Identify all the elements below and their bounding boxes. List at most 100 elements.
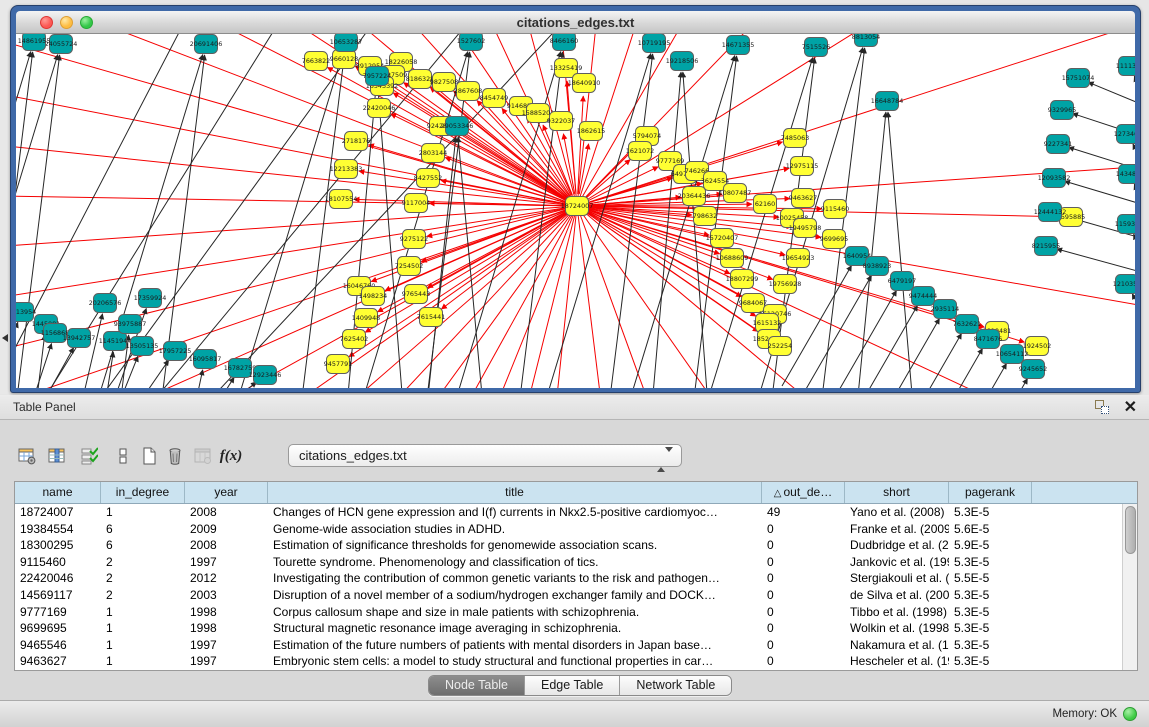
- tab-network-table[interactable]: Network Table: [620, 676, 731, 695]
- column-chooser-icon[interactable]: [44, 442, 70, 470]
- table-cell[interactable]: 1: [101, 604, 185, 621]
- table-scrollbar[interactable]: [1122, 504, 1137, 670]
- table-cell[interactable]: 49: [762, 504, 845, 521]
- table-cell[interactable]: 5.9E-5: [949, 537, 1032, 554]
- table-cell[interactable]: 1998: [185, 604, 268, 621]
- tab-node-table[interactable]: Node Table: [429, 676, 525, 695]
- column-header-out_de[interactable]: △out_de…: [762, 482, 845, 503]
- table-cell[interactable]: 5.3E-5: [949, 504, 1032, 521]
- table-cell[interactable]: de Silva et al. (2003): [845, 587, 949, 604]
- close-panel-icon[interactable]: ✕: [1124, 397, 1137, 417]
- table-cell[interactable]: 6: [101, 537, 185, 554]
- table-cell[interactable]: 0: [762, 570, 845, 587]
- table-cell[interactable]: 2: [101, 554, 185, 571]
- table-cell[interactable]: Investigating the contribution of common…: [268, 570, 762, 587]
- table-cell[interactable]: 2003: [185, 587, 268, 604]
- table-cell[interactable]: Changes of HCN gene expression and I(f) …: [268, 504, 762, 521]
- table-cell[interactable]: 1997: [185, 554, 268, 571]
- column-header-short[interactable]: short: [845, 482, 949, 503]
- table-cell[interactable]: Structural magnetic resonance image aver…: [268, 620, 762, 637]
- table-row[interactable]: 1830029562008Estimation of significance …: [15, 537, 1122, 554]
- table-select-dropdown[interactable]: citations_edges.txt: [288, 444, 682, 467]
- table-cell[interactable]: 0: [762, 521, 845, 538]
- table-cell[interactable]: 5.3E-5: [949, 653, 1032, 670]
- table-cell[interactable]: 0: [762, 604, 845, 621]
- table-cell[interactable]: Hescheler et al. (1997): [845, 653, 949, 670]
- column-header-year[interactable]: year: [185, 482, 268, 503]
- table-cell[interactable]: Jankovic et al. (1997): [845, 554, 949, 571]
- table-cell[interactable]: Franke et al. (2009): [845, 521, 949, 538]
- table-cell[interactable]: Tourette syndrome. Phenomenology and cla…: [268, 554, 762, 571]
- table-cell[interactable]: 1: [101, 504, 185, 521]
- table-cell[interactable]: 14569117: [15, 587, 101, 604]
- tab-edge-table[interactable]: Edge Table: [525, 676, 620, 695]
- column-header-name[interactable]: name: [15, 482, 101, 503]
- table-cell[interactable]: Estimation of significance thresholds fo…: [268, 537, 762, 554]
- table-cell[interactable]: Yano et al. (2008): [845, 504, 949, 521]
- table-cell[interactable]: 5.3E-5: [949, 637, 1032, 654]
- network-canvas[interactable]: 1872400796601288912954182260589827509818…: [16, 34, 1135, 388]
- table-cell[interactable]: 5.3E-5: [949, 554, 1032, 571]
- table-cell[interactable]: 2008: [185, 504, 268, 521]
- table-cell[interactable]: 5.5E-5: [949, 570, 1032, 587]
- table-cell[interactable]: 2008: [185, 537, 268, 554]
- table-cell[interactable]: 2012: [185, 570, 268, 587]
- import-table-icon[interactable]: [190, 442, 216, 470]
- function-builder-icon[interactable]: f(x): [218, 442, 244, 470]
- table-cell[interactable]: 0: [762, 554, 845, 571]
- table-cell[interactable]: Tibbo et al. (1998): [845, 604, 949, 621]
- table-row[interactable]: 977716911998Corpus callosum shape and si…: [15, 604, 1122, 621]
- table-row[interactable]: 1872400712008Changes of HCN gene express…: [15, 504, 1122, 521]
- table-cell[interactable]: 5.3E-5: [949, 620, 1032, 637]
- table-cell[interactable]: 1: [101, 620, 185, 637]
- table-cell[interactable]: 0: [762, 587, 845, 604]
- table-cell[interactable]: Disruption of a novel member of a sodium…: [268, 587, 762, 604]
- table-cell[interactable]: Dudbridge et al. (2008): [845, 537, 949, 554]
- float-panel-icon[interactable]: [1095, 400, 1109, 414]
- table-cell[interactable]: Wolkin et al. (1998): [845, 620, 949, 637]
- table-scrollbar-thumb[interactable]: [1125, 506, 1136, 554]
- table-cell[interactable]: 1997: [185, 653, 268, 670]
- table-row[interactable]: 911546021997Tourette syndrome. Phenomeno…: [15, 554, 1122, 571]
- table-cell[interactable]: 9777169: [15, 604, 101, 621]
- table-cell[interactable]: 18724007: [15, 504, 101, 521]
- table-cell[interactable]: 5.3E-5: [949, 587, 1032, 604]
- table-row[interactable]: 2242004622012Investigating the contribut…: [15, 570, 1122, 587]
- table-cell[interactable]: 6: [101, 521, 185, 538]
- column-header-pagerank[interactable]: pagerank: [949, 482, 1032, 503]
- table-row[interactable]: 1456911722003Disruption of a novel membe…: [15, 587, 1122, 604]
- table-cell[interactable]: 1997: [185, 637, 268, 654]
- table-cell[interactable]: 5.3E-5: [949, 604, 1032, 621]
- table-cell[interactable]: 0: [762, 653, 845, 670]
- table-cell[interactable]: 0: [762, 620, 845, 637]
- table-row[interactable]: 946362711997Embryonic stem cells: a mode…: [15, 653, 1122, 670]
- collapse-panel-icon[interactable]: [2, 334, 8, 342]
- table-cell[interactable]: 9115460: [15, 554, 101, 571]
- column-header-title[interactable]: title: [268, 482, 762, 503]
- table-cell[interactable]: 9463627: [15, 653, 101, 670]
- table-row[interactable]: 1938455462009Genome-wide association stu…: [15, 521, 1122, 538]
- column-header-in_degree[interactable]: in_degree: [101, 482, 185, 503]
- window-titlebar[interactable]: citations_edges.txt: [16, 11, 1135, 34]
- table-cell[interactable]: 1998: [185, 620, 268, 637]
- table-cell[interactable]: Estimation of the future numbers of pati…: [268, 637, 762, 654]
- table-cell[interactable]: 18300295: [15, 537, 101, 554]
- table-cell[interactable]: 22420046: [15, 570, 101, 587]
- table-cell[interactable]: Corpus callosum shape and size in male p…: [268, 604, 762, 621]
- table-cell[interactable]: Stergiakouli et al. (2012): [845, 570, 949, 587]
- select-rows-icon[interactable]: [76, 442, 102, 470]
- table-settings-icon[interactable]: [14, 442, 40, 470]
- table-cell[interactable]: Nakamura et al. (1997): [845, 637, 949, 654]
- table-cell[interactable]: 9465546: [15, 637, 101, 654]
- table-cell[interactable]: 19384554: [15, 521, 101, 538]
- table-row[interactable]: 946554611997Estimation of the future num…: [15, 637, 1122, 654]
- delete-table-icon[interactable]: [162, 442, 188, 470]
- table-cell[interactable]: Genome-wide association studies in ADHD.: [268, 521, 762, 538]
- table-cell[interactable]: 1: [101, 653, 185, 670]
- table-row[interactable]: 969969511998Structural magnetic resonanc…: [15, 620, 1122, 637]
- table-cell[interactable]: 9699695: [15, 620, 101, 637]
- table-cell[interactable]: 5.6E-5: [949, 521, 1032, 538]
- table-cell[interactable]: 0: [762, 537, 845, 554]
- new-table-icon[interactable]: [136, 442, 162, 470]
- table-cell[interactable]: 2009: [185, 521, 268, 538]
